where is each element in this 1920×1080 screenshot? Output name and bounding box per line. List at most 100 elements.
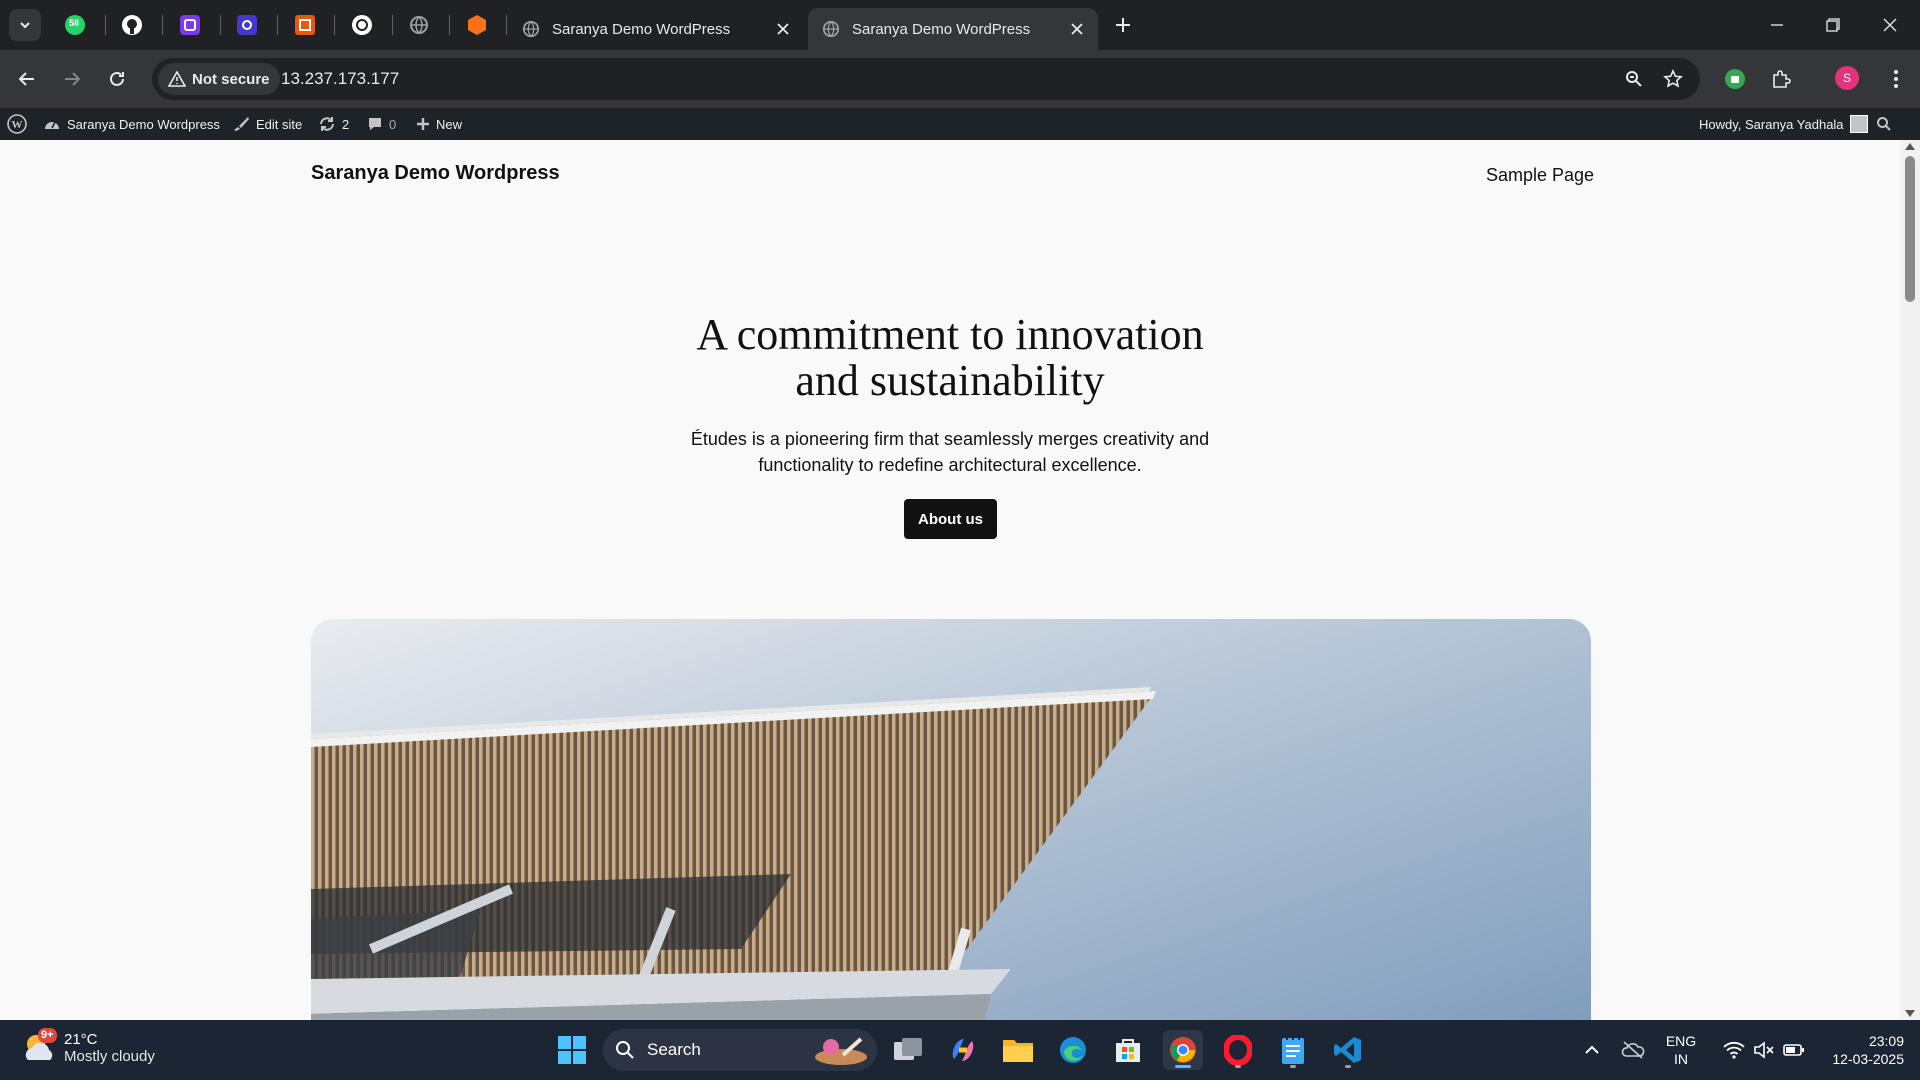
tab-wordpress-2-active[interactable]: Saranya Demo WordPress [808,8,1098,50]
taskbar-copilot[interactable] [943,1030,983,1070]
reload-button[interactable] [100,62,134,96]
weather-alert-badge: 9+ [38,1028,57,1043]
web-page: Saranya Demo Wordpress Sample Page A com… [0,140,1900,1020]
store-icon [1116,1039,1140,1062]
forward-button[interactable] [55,62,89,96]
search-icon [616,1041,634,1059]
weather-condition: Mostly cloudy [64,1048,155,1065]
pinned-tab-github[interactable] [119,12,145,38]
wp-admin-bar: W Saranya Demo Wordpress Edit site 2 0 N… [0,108,1920,140]
admin-bar-search[interactable] [1876,108,1892,140]
tray-onedrive[interactable] [1614,1030,1652,1070]
taskbar-file-explorer[interactable] [998,1030,1038,1070]
minimize-button[interactable] [1757,10,1797,40]
hero-description-line: Études is a pioneering firm that seamles… [690,429,1210,449]
nav-sample-page[interactable]: Sample Page [1486,165,1594,186]
copilot-icon [952,1039,974,1061]
admin-bar-new[interactable]: New [416,108,462,140]
updates-count: 2 [342,116,350,132]
tab-separator [392,15,393,35]
start-button[interactable] [552,1030,592,1070]
wp-logo-menu[interactable]: W [7,108,27,140]
pinned-tab-app-blue[interactable] [234,12,260,38]
app-icon-purple [180,15,200,35]
scrollbar-thumb[interactable] [1905,156,1915,302]
profile-avatar[interactable]: S [1835,66,1859,90]
pinned-tab-app-orange[interactable] [292,12,318,38]
admin-bar-my-account[interactable]: Howdy, Saranya Yadhala [1699,108,1868,140]
tab-separator [105,15,106,35]
site-title[interactable]: Saranya Demo Wordpress [311,162,560,185]
taskbar-chrome[interactable] [1163,1030,1203,1070]
user-avatar [1849,115,1868,133]
weather-icon: 9+ [20,1028,60,1068]
close-icon[interactable] [1068,20,1086,38]
taskbar-notepad[interactable] [1273,1030,1313,1070]
plus-icon [417,118,429,130]
cloud-off-icon [1621,1041,1645,1059]
taskbar-store[interactable] [1108,1030,1148,1070]
new-tab-button[interactable] [1110,12,1136,38]
taskbar-search[interactable]: Search [603,1029,877,1071]
app-icon-orange [295,15,315,35]
warning-icon [168,71,186,87]
scroll-down-arrow[interactable] [1905,1010,1915,1017]
clock-date: 12-03-2025 [1832,1051,1904,1067]
tray-quick-settings[interactable] [1708,1030,1820,1070]
tab-separator [162,15,163,35]
weather-temperature: 21°C [64,1031,98,1048]
tab-wordpress-1[interactable]: Saranya Demo WordPress [508,8,804,50]
language-line: ENG [1665,1033,1697,1049]
admin-bar-edit-site[interactable]: Edit site [232,108,302,140]
scroll-up-arrow[interactable] [1905,143,1915,150]
taskbar-opera[interactable] [1218,1030,1258,1070]
arrow-left-icon [18,72,34,86]
close-icon [1883,18,1897,32]
pinned-tab-whatsapp[interactable]: 58 [62,12,88,38]
restore-button[interactable] [1813,10,1853,40]
tab-title: Saranya Demo WordPress [852,20,1031,38]
tab-search-button[interactable] [9,9,41,41]
close-icon[interactable] [774,20,792,38]
zoom-button[interactable] [1621,66,1647,92]
extension-green-button[interactable] [1718,62,1752,96]
bookmark-button[interactable] [1660,66,1686,92]
restore-icon [1826,18,1840,32]
page-scrollbar[interactable] [1900,140,1920,1020]
search-icon [1877,117,1891,131]
address-bar[interactable]: Not secure 13.237.173.177 [152,58,1700,100]
admin-bar-comments[interactable]: 0 [367,108,396,140]
chrome-menu-button[interactable] [1879,62,1913,96]
admin-bar-site-label: Saranya Demo Wordpress [67,116,220,132]
hero-building-image [311,619,1591,1020]
taskbar-task-view[interactable] [888,1030,928,1070]
taskbar-edge[interactable] [1053,1030,1093,1070]
back-button[interactable] [10,62,44,96]
zoom-icon [1626,71,1642,87]
building-photo [311,619,1591,1020]
about-us-button[interactable]: About us [904,499,997,539]
site-info-chip[interactable]: Not secure [158,63,280,95]
whatsapp-badge: 58 [69,18,80,28]
admin-bar-updates[interactable]: 2 [318,108,349,140]
pinned-tab-app-hex[interactable] [464,12,490,38]
dashboard-icon [45,121,59,129]
pinned-tab-openai[interactable] [349,12,375,38]
extension-green-icon [1725,69,1745,89]
extensions-button[interactable] [1764,62,1798,96]
globe-icon [522,20,540,38]
minimize-icon [1771,24,1783,26]
tray-clock[interactable]: 23:09 12-03-2025 [1814,1032,1904,1068]
close-window-button[interactable] [1870,10,1910,40]
tray-language[interactable]: ENG IN [1660,1032,1702,1068]
plus-icon [1116,18,1130,32]
tray-overflow-button[interactable] [1573,1030,1611,1070]
weather-widget[interactable]: 9+ 21°C Mostly cloudy [20,1028,155,1068]
tab-separator [449,15,450,35]
chevron-up-icon [1585,1045,1599,1054]
url-text[interactable]: 13.237.173.177 [281,69,399,89]
pinned-tab-app-purple[interactable] [177,12,203,38]
taskbar-vscode[interactable] [1328,1030,1368,1070]
pinned-tab-globe[interactable] [406,12,432,38]
admin-bar-site-name[interactable]: Saranya Demo Wordpress [43,108,220,140]
